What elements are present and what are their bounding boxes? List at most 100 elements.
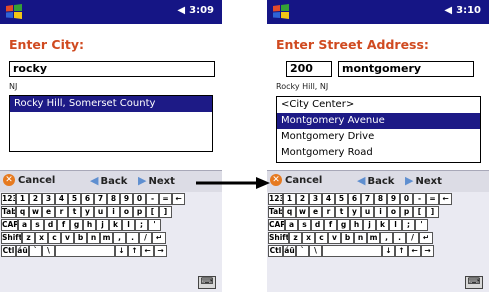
keyboard-key[interactable]: Ctl [268,245,283,257]
keyboard-key[interactable]: ← [172,193,185,205]
keyboard-key[interactable]: k [109,219,122,231]
keyboard-key[interactable]: 5 [335,193,348,205]
keyboard-key[interactable]: 3 [42,193,55,205]
keyboard-key[interactable]: a [285,219,298,231]
keyboard-key[interactable]: q [283,206,296,218]
keyboard-key[interactable]: → [154,245,167,257]
keyboard-key[interactable]: n [354,232,367,244]
keyboard-key[interactable]: s [298,219,311,231]
keyboard-key[interactable]: ↓ [382,245,395,257]
keyboard-key[interactable]: 6 [81,193,94,205]
keyboard-key[interactable]: ` [29,245,42,257]
keyboard-key[interactable]: v [328,232,341,244]
cancel-button[interactable]: ✕ Cancel [3,174,55,186]
keyboard-key[interactable]: 0 [133,193,146,205]
keyboard-key[interactable] [322,245,382,257]
keyboard-key[interactable]: ← [439,193,452,205]
keyboard-key[interactable]: 2 [29,193,42,205]
keyboard-key[interactable]: i [107,206,120,218]
keyboard-key[interactable]: r [322,206,335,218]
keyboard-key[interactable]: 2 [296,193,309,205]
keyboard-key[interactable]: y [348,206,361,218]
list-item[interactable]: Montgomery Avenue [277,113,480,129]
keyboard-key[interactable]: ← [141,245,154,257]
next-button[interactable]: ▶ Next [405,174,442,187]
keyboard-key[interactable]: , [113,232,126,244]
keyboard-key[interactable]: - [413,193,426,205]
keyboard-key[interactable]: ; [402,219,415,231]
clock[interactable]: ◀ 3:10 [444,5,481,16]
keyboard-key[interactable]: e [309,206,322,218]
keyboard-key[interactable]: - [146,193,159,205]
keyboard-key[interactable]: ' [148,219,161,231]
keyboard-key[interactable]: a [18,219,31,231]
keyboard-key[interactable]: ] [426,206,439,218]
keyboard-key[interactable]: 3 [309,193,322,205]
keyboard-key[interactable]: m [367,232,380,244]
keyboard-key[interactable]: 5 [68,193,81,205]
keyboard-key[interactable]: / [406,232,419,244]
keyboard-key[interactable]: w [296,206,309,218]
keyboard-key[interactable]: 9 [387,193,400,205]
keyboard-key[interactable]: \ [42,245,55,257]
keyboard-key[interactable]: áü [16,245,29,257]
keyboard-toggle-icon[interactable]: ⌨ [465,276,483,289]
house-number-input[interactable]: 200 [286,61,332,77]
keyboard-key[interactable]: 1 [16,193,29,205]
keyboard-key[interactable]: ↑ [395,245,408,257]
keyboard-key[interactable]: , [380,232,393,244]
keyboard-toggle-icon[interactable]: ⌨ [198,276,216,289]
keyboard-key[interactable]: ← [408,245,421,257]
back-button[interactable]: ◀ Back [357,174,394,187]
keyboard-key[interactable]: t [68,206,81,218]
keyboard-key[interactable]: j [363,219,376,231]
street-input[interactable]: montgomery [338,61,474,77]
city-input[interactable]: rocky [9,61,215,77]
keyboard-key[interactable]: y [81,206,94,218]
keyboard-key[interactable]: z [22,232,35,244]
list-item[interactable]: Montgomery Road [277,145,480,161]
keyboard-key[interactable]: ` [296,245,309,257]
keyboard-key[interactable]: b [341,232,354,244]
keyboard-key[interactable]: e [42,206,55,218]
keyboard-key[interactable]: z [289,232,302,244]
keyboard-key[interactable]: c [315,232,328,244]
keyboard-key[interactable]: ↵ [152,232,166,244]
keyboard-key[interactable]: n [87,232,100,244]
keyboard-key[interactable]: 4 [55,193,68,205]
keyboard-key[interactable]: ↑ [128,245,141,257]
keyboard-key[interactable]: Shift [268,232,289,244]
keyboard-key[interactable]: h [350,219,363,231]
keyboard-key[interactable]: 8 [107,193,120,205]
keyboard-key[interactable]: Tab [268,206,283,218]
keyboard-key[interactable]: j [96,219,109,231]
keyboard-key[interactable]: Shift [1,232,22,244]
list-item[interactable]: <City Center> [277,97,480,113]
keyboard-key[interactable]: p [133,206,146,218]
keyboard-key[interactable]: Ctl [1,245,16,257]
keyboard-key[interactable]: 9 [120,193,133,205]
keyboard-key[interactable]: 6 [348,193,361,205]
keyboard-key[interactable]: o [387,206,400,218]
list-item[interactable]: Rocky Hill, Somerset County [10,96,212,112]
keyboard-key[interactable]: g [337,219,350,231]
keyboard-key[interactable]: m [100,232,113,244]
clock[interactable]: ◀ 3:09 [177,5,214,16]
keyboard-key[interactable]: 0 [400,193,413,205]
speaker-icon[interactable]: ◀ [444,5,452,16]
keyboard-key[interactable]: s [31,219,44,231]
keyboard-key[interactable]: ' [415,219,428,231]
keyboard-key[interactable]: l [122,219,135,231]
keyboard-key[interactable]: v [61,232,74,244]
keyboard-key[interactable]: Tab [1,206,16,218]
keyboard-key[interactable]: u [94,206,107,218]
windows-start-icon[interactable] [270,2,292,22]
keyboard-key[interactable]: 7 [94,193,107,205]
keyboard-key[interactable]: t [335,206,348,218]
keyboard-key[interactable] [55,245,115,257]
keyboard-key[interactable]: f [57,219,70,231]
keyboard-key[interactable]: h [83,219,96,231]
keyboard-key[interactable]: ↓ [115,245,128,257]
keyboard-key[interactable]: u [361,206,374,218]
keyboard-key[interactable]: ] [159,206,172,218]
